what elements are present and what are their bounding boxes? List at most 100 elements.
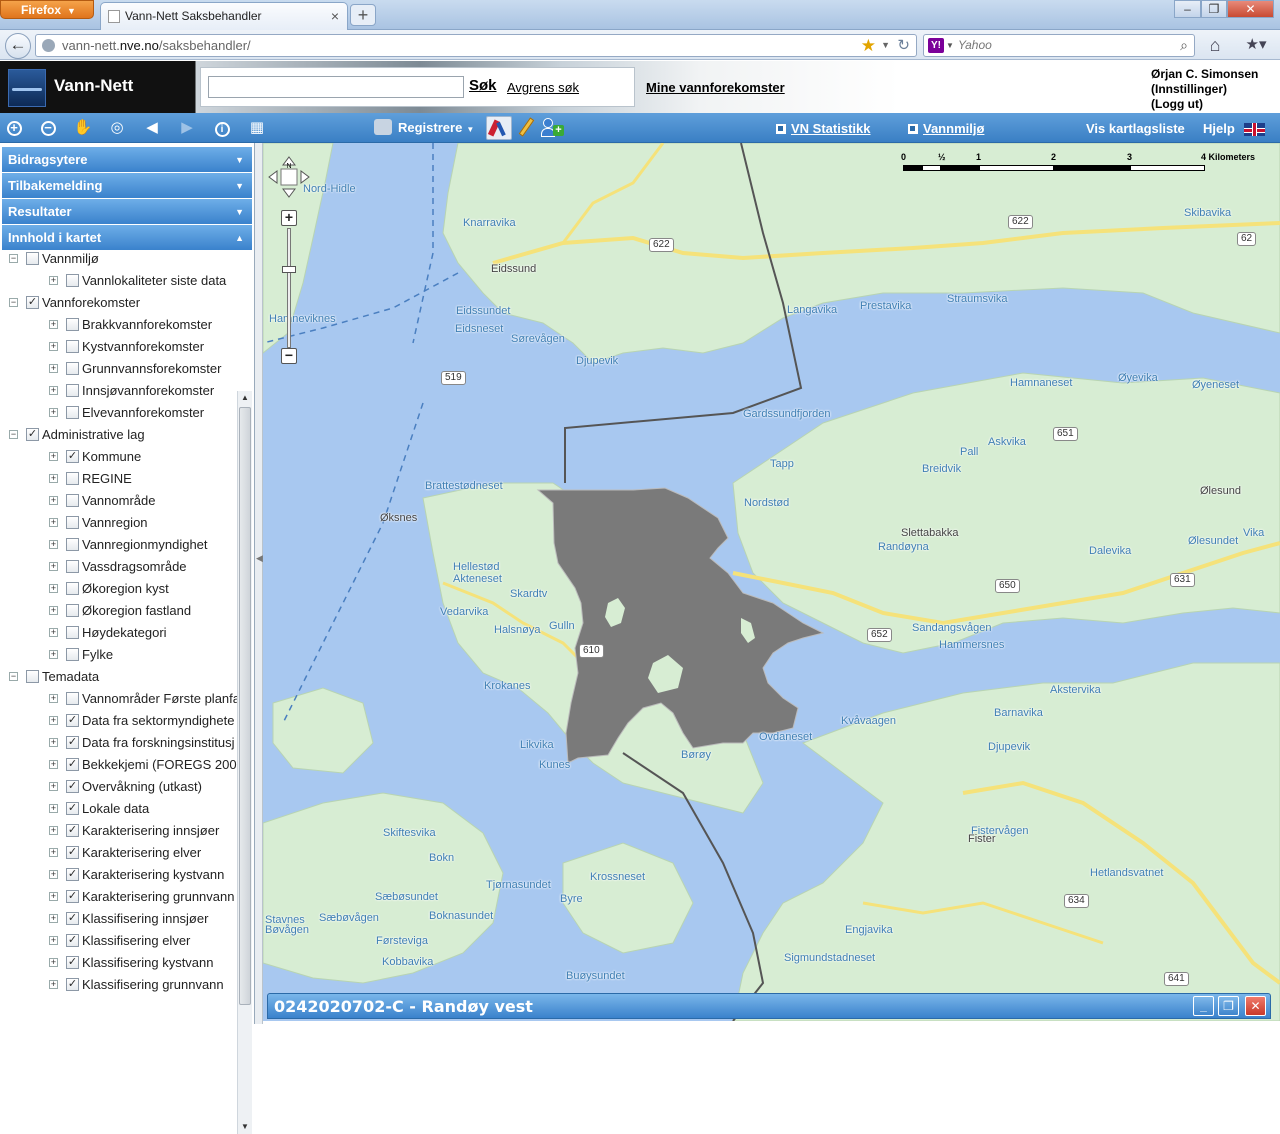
add-user-icon[interactable]: + xyxy=(540,117,564,139)
zoom-out-icon[interactable]: − xyxy=(37,117,59,139)
layer-checkbox[interactable]: ✓ xyxy=(66,736,79,749)
expand-icon[interactable]: + xyxy=(49,650,58,659)
expand-icon[interactable]: + xyxy=(49,562,58,571)
help-link[interactable]: Hjelp xyxy=(1203,121,1235,136)
layer-checkbox[interactable] xyxy=(66,274,79,287)
layer-item[interactable]: + Elvevannforekomster xyxy=(2,402,237,424)
layer-item[interactable]: + Fylke xyxy=(2,644,237,666)
layer-item[interactable]: + ✓ Karakterisering innsjøer xyxy=(2,820,237,842)
expand-icon[interactable]: + xyxy=(49,364,58,373)
collapse-icon[interactable]: − xyxy=(9,672,18,681)
zoom-slider-handle[interactable] xyxy=(282,266,296,273)
settings-link[interactable]: (Innstillinger) xyxy=(1151,82,1258,97)
bookmark-star-icon[interactable]: ★ xyxy=(861,35,876,56)
layer-checkbox[interactable] xyxy=(66,560,79,573)
layer-item[interactable]: + ✓ Karakterisering kystvann xyxy=(2,864,237,886)
layer-item[interactable]: + Innsjøvannforekomster xyxy=(2,380,237,402)
search-engine-dropdown-icon[interactable]: ▼ xyxy=(946,35,954,56)
vannmiljo-link[interactable]: Vannmiljø xyxy=(908,121,984,136)
zoom-in-button[interactable]: + xyxy=(281,210,297,226)
accordion-bidragsytere[interactable]: Bidragsytere ▼ xyxy=(2,147,252,173)
collapse-icon[interactable]: − xyxy=(9,254,18,263)
url-bar[interactable]: vann-nett.nve.no/saksbehandler/ ★ ▼ ↻ xyxy=(35,34,917,57)
layer-checkbox[interactable]: ✓ xyxy=(26,428,39,441)
expand-icon[interactable]: + xyxy=(49,980,58,989)
expand-icon[interactable]: + xyxy=(49,628,58,637)
zoom-out-button[interactable]: − xyxy=(281,348,297,364)
expand-icon[interactable]: + xyxy=(49,518,58,527)
accordion-tilbakemelding[interactable]: Tilbakemelding ▼ xyxy=(2,173,252,199)
browser-tab[interactable]: Vann-Nett Saksbehandler × xyxy=(100,2,348,30)
url-dropdown-icon[interactable]: ▼ xyxy=(881,35,890,56)
layer-item[interactable]: + REGINE xyxy=(2,468,237,490)
layer-item[interactable]: + Vassdragsområde xyxy=(2,556,237,578)
search-icon[interactable]: ⌕ xyxy=(1180,35,1188,56)
map-view[interactable]: Nord-Hidle Knarravika Eidssund Eidssunde… xyxy=(263,143,1280,1021)
layer-checkbox[interactable]: ✓ xyxy=(66,780,79,793)
expand-icon[interactable]: + xyxy=(49,694,58,703)
layer-item[interactable]: + Økoregion kyst xyxy=(2,578,237,600)
register-menu[interactable]: Registrere ▼ xyxy=(374,119,474,135)
zoom-full-extent-icon[interactable]: ◎ xyxy=(106,117,128,139)
layer-item[interactable]: + Økoregion fastland xyxy=(2,600,237,622)
info-icon[interactable]: i xyxy=(211,117,233,139)
vn-statistikk-link[interactable]: VN Statistikk xyxy=(776,121,870,136)
layer-checkbox[interactable] xyxy=(66,384,79,397)
browser-search-bar[interactable]: Y! ▼ Yahoo ⌕ xyxy=(923,34,1195,57)
layer-group[interactable]: − Vannmiljø xyxy=(2,248,237,270)
expand-icon[interactable]: + xyxy=(49,496,58,505)
layer-checkbox[interactable]: ✓ xyxy=(66,912,79,925)
layer-checkbox[interactable]: ✓ xyxy=(66,802,79,815)
pan-arrows-icon[interactable]: N xyxy=(267,155,311,199)
layer-checkbox[interactable]: ✓ xyxy=(66,868,79,881)
expand-icon[interactable]: + xyxy=(49,386,58,395)
maximize-window-button[interactable]: ❐ xyxy=(1218,996,1239,1016)
scrollbar-thumb[interactable] xyxy=(239,407,251,1005)
scroll-up-icon[interactable]: ▲ xyxy=(238,391,252,405)
layer-checkbox[interactable] xyxy=(66,362,79,375)
layer-item[interactable]: + Vannregion xyxy=(2,512,237,534)
my-water-bodies-link[interactable]: Mine vannforekomster xyxy=(646,80,785,95)
expand-icon[interactable]: + xyxy=(49,342,58,351)
layer-group[interactable]: − ✓ Vannforekomster xyxy=(2,292,237,314)
layer-item[interactable]: + ✓ Overvåkning (utkast) xyxy=(2,776,237,798)
layer-checkbox[interactable]: ✓ xyxy=(66,846,79,859)
minimize-window-button[interactable]: _ xyxy=(1193,996,1214,1016)
refine-search-link[interactable]: Avgrens søk xyxy=(507,80,579,95)
expand-icon[interactable]: + xyxy=(49,474,58,483)
layer-item[interactable]: + ✓ Kommune xyxy=(2,446,237,468)
layer-checkbox[interactable] xyxy=(66,582,79,595)
layer-checkbox[interactable] xyxy=(66,648,79,661)
layer-checkbox[interactable] xyxy=(66,692,79,705)
bookmarks-menu-icon[interactable]: ★▾ xyxy=(1237,34,1275,56)
layer-item[interactable]: + ✓ Klassifisering innsjøer xyxy=(2,908,237,930)
layer-item[interactable]: + ✓ Klassifisering grunnvann xyxy=(2,974,237,996)
layer-item[interactable]: + Vannområde xyxy=(2,490,237,512)
expand-icon[interactable]: + xyxy=(49,782,58,791)
close-tab-icon[interactable]: × xyxy=(331,3,339,29)
layer-item[interactable]: + Brakkvannforekomster xyxy=(2,314,237,336)
pan-hand-icon[interactable]: ✋ xyxy=(72,117,94,139)
layer-checkbox[interactable] xyxy=(26,670,39,683)
layer-checkbox[interactable]: ✓ xyxy=(66,890,79,903)
zoom-in-icon[interactable]: + xyxy=(3,117,25,139)
layer-checkbox[interactable] xyxy=(66,494,79,507)
feature-window[interactable]: 0242020702-C - Randøy vest _ ❐ ✕ xyxy=(267,993,1271,1019)
search-input[interactable] xyxy=(208,76,464,98)
layer-item[interactable]: + Vannregionmyndighet xyxy=(2,534,237,556)
expand-icon[interactable]: + xyxy=(49,826,58,835)
window-close-button[interactable]: ✕ xyxy=(1227,0,1274,18)
layer-checkbox[interactable] xyxy=(66,472,79,485)
layer-item[interactable]: + Vannområder Første planfa xyxy=(2,688,237,710)
expand-icon[interactable]: + xyxy=(49,958,58,967)
scroll-down-icon[interactable]: ▼ xyxy=(238,1120,252,1134)
window-minimize-button[interactable]: – xyxy=(1174,0,1201,18)
next-extent-icon[interactable]: ▶ xyxy=(176,117,198,139)
collapse-arrow-icon[interactable]: ◀ xyxy=(256,553,263,564)
layer-checkbox[interactable] xyxy=(66,406,79,419)
expand-icon[interactable]: + xyxy=(49,606,58,615)
close-window-button[interactable]: ✕ xyxy=(1245,996,1266,1016)
new-tab-button[interactable]: + xyxy=(350,4,376,26)
zoom-slider[interactable]: + − xyxy=(281,210,297,366)
layer-item[interactable]: + ✓ Karakterisering grunnvann xyxy=(2,886,237,908)
